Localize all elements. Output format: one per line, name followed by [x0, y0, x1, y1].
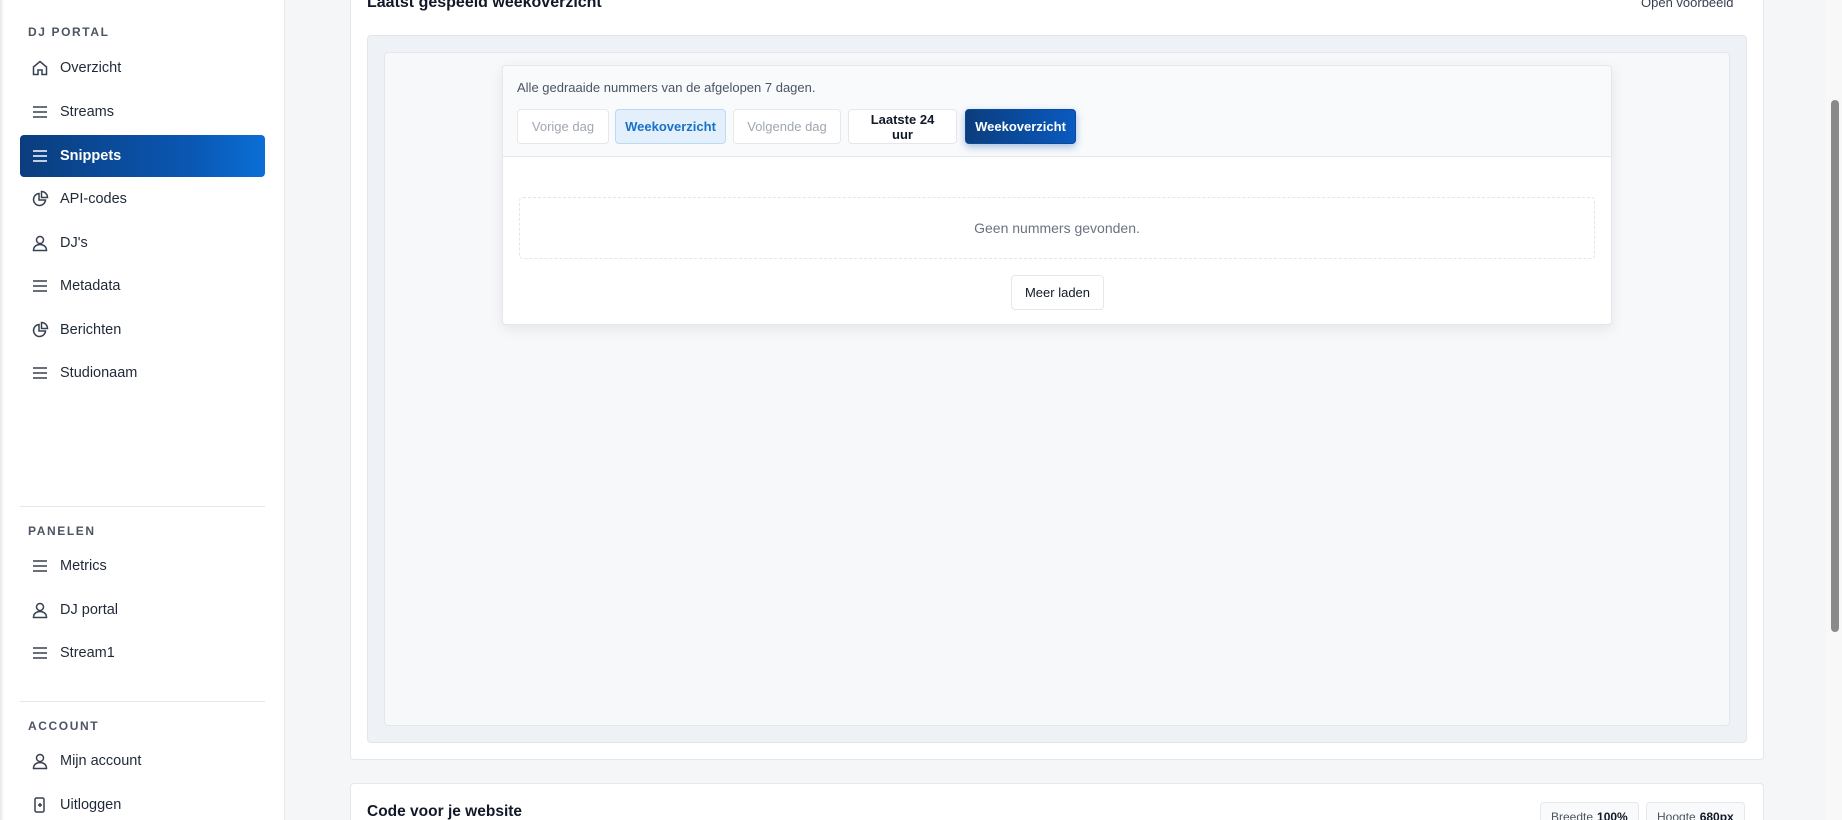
pie-chart-icon [30, 320, 50, 340]
sidebar-item-stream1[interactable]: Stream1 [20, 632, 265, 674]
user-icon [30, 600, 50, 620]
list-icon [30, 363, 50, 383]
list-icon [30, 556, 50, 576]
sidebar-item-dj-portal[interactable]: DJ portal [20, 589, 265, 631]
sidebar-item-label: Overzicht [60, 60, 122, 76]
sidebar-item-label: Snippets [60, 148, 122, 164]
sidebar-item-label: API-codes [60, 191, 127, 207]
sidebar-item-snippets[interactable]: Snippets [20, 135, 265, 177]
width-value: 100% [1597, 810, 1628, 820]
sidebar-item-label: DJ portal [60, 602, 119, 618]
widget-header: Alle gedraaide nummers van de afgelopen … [503, 66, 1611, 157]
sidebar-item-djs[interactable]: DJ's [20, 222, 265, 264]
sidebar-divider [20, 506, 265, 507]
open-preview-link[interactable]: Open voorbeeld [1641, 0, 1734, 10]
week-overview-button[interactable]: Weekoverzicht [965, 109, 1076, 144]
sidebar-item-overzicht[interactable]: Overzicht [20, 47, 265, 89]
sidebar-item-studionaam[interactable]: Studionaam [20, 352, 265, 394]
sidebar-item-berichten[interactable]: Berichten [20, 309, 265, 351]
width-label: Breedte [1551, 810, 1594, 820]
list-icon [30, 643, 50, 663]
sidebar-item-label: Uitloggen [60, 797, 122, 813]
sidebar-item-label: Metadata [60, 278, 121, 294]
sidebar-item-metrics[interactable]: Metrics [20, 545, 265, 587]
list-icon [30, 146, 50, 166]
sidebar-item-api-codes[interactable]: API-codes [20, 178, 265, 220]
width-setting[interactable]: Breedte 100% [1540, 802, 1639, 820]
empty-state: Geen nummers gevonden. [519, 197, 1595, 259]
list-icon [30, 102, 50, 122]
section-title-dj-portal: DJ PORTAL [28, 25, 110, 39]
load-more-button[interactable]: Meer laden [1011, 275, 1104, 310]
logout-icon [30, 795, 50, 815]
section-title-account: ACCOUNT [28, 719, 100, 733]
home-icon [30, 58, 50, 78]
section-title-panelen: PANELEN [28, 524, 96, 538]
pie-chart-icon [30, 189, 50, 209]
sidebar-item-label: Berichten [60, 322, 122, 338]
sidebar-divider [20, 701, 265, 702]
sidebar-item-streams[interactable]: Streams [20, 91, 265, 133]
height-label: Hoogte [1657, 810, 1696, 820]
recently-played-widget: Alle gedraaide nummers van de afgelopen … [502, 65, 1612, 325]
preview-card-title: Laatst gespeeld weekoverzicht [367, 0, 602, 11]
last-24-hours-button[interactable]: Laatste 24 uur [848, 109, 957, 144]
list-icon [30, 276, 50, 296]
height-value: 680px [1699, 810, 1734, 820]
sidebar-item-label: Streams [60, 104, 114, 120]
previous-day-button[interactable]: Vorige dag [517, 109, 609, 144]
sidebar-item-label: Metrics [60, 558, 107, 574]
sidebar-item-uitloggen[interactable]: Uitloggen [20, 784, 265, 820]
sidebar-item-label: Studionaam [60, 365, 138, 381]
next-day-button[interactable]: Volgende dag [733, 109, 841, 144]
height-setting[interactable]: Hoogte 680px [1646, 802, 1745, 820]
widget-description: Alle gedraaide nummers van de afgelopen … [517, 80, 816, 95]
user-icon [30, 751, 50, 771]
sidebar: DJ PORTAL Overzicht Streams Snippets API… [0, 0, 285, 820]
sidebar-item-label: Mijn account [60, 753, 142, 769]
sidebar-item-metadata[interactable]: Metadata [20, 265, 265, 307]
sidebar-item-label: Stream1 [60, 645, 115, 661]
code-card-title: Code voor je website [367, 803, 523, 820]
scrollbar-thumb[interactable] [1831, 100, 1839, 632]
sidebar-item-label: DJ's [60, 235, 88, 251]
week-overview-tab[interactable]: Weekoverzicht [615, 109, 726, 144]
user-icon [30, 233, 50, 253]
sidebar-item-mijn-account[interactable]: Mijn account [20, 740, 265, 782]
